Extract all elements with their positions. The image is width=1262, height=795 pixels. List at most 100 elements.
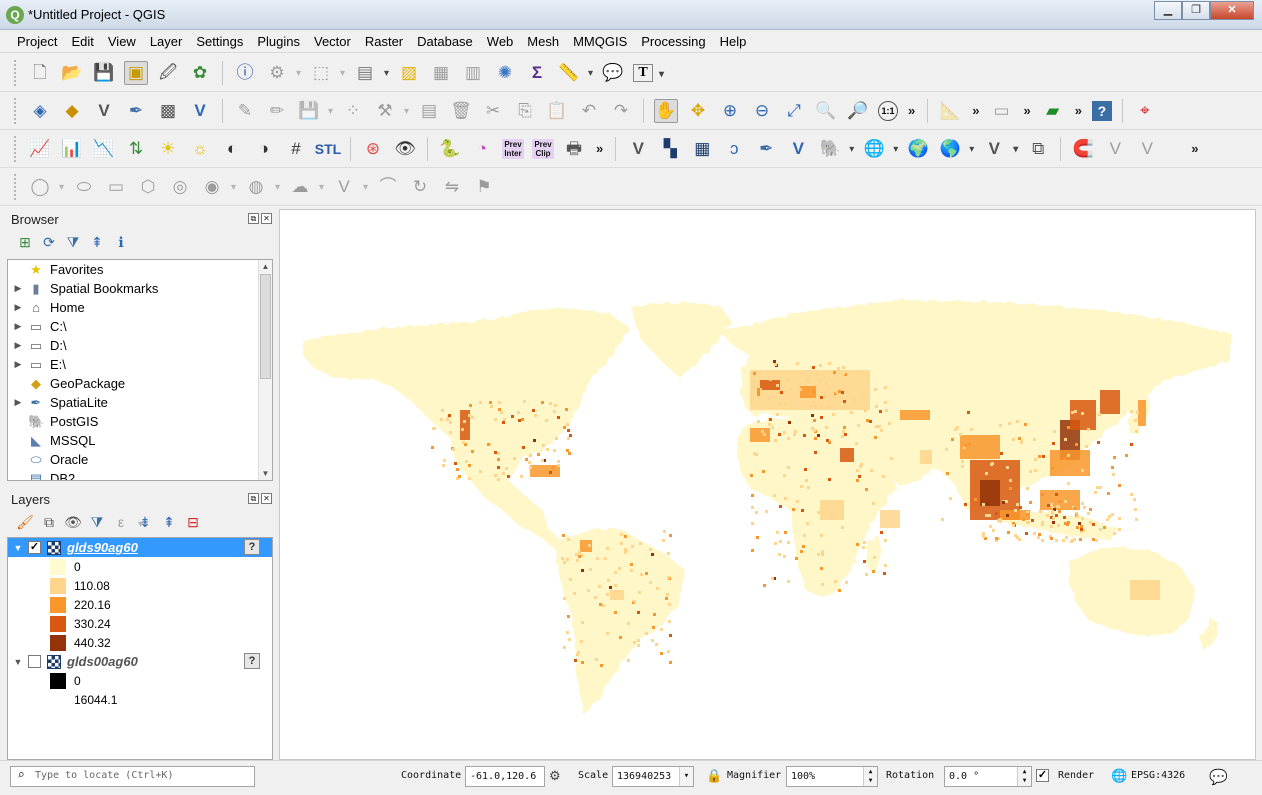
add-delimited-text-icon[interactable]: ↄ	[722, 137, 746, 161]
properties-info-icon[interactable]: ℹ	[111, 232, 131, 252]
add-part-icon[interactable]: ◍	[244, 175, 280, 200]
add-wms-icon[interactable]: 🌐	[862, 137, 899, 162]
stl-export-icon[interactable]: STL	[315, 137, 341, 161]
magnifier-spinbox[interactable]: 100% ▲ ▼	[786, 766, 878, 787]
expand-arrow-icon[interactable]: ▶	[12, 302, 24, 313]
histogram-stretch-icon[interactable]: 📊	[60, 137, 84, 161]
undo-icon[interactable]: ↶	[577, 99, 601, 123]
python-console-icon[interactable]: 🐍	[438, 137, 462, 161]
add-raster-layer-icon[interactable]: ▚	[658, 137, 682, 161]
open-project-icon[interactable]: 📂	[60, 61, 84, 85]
current-edits-icon[interactable]: ✎	[233, 99, 257, 123]
browser-item[interactable]: ★ Favorites	[8, 260, 272, 279]
statistics-table-icon[interactable]: ▥	[461, 61, 485, 85]
toolbar-overflow-icon[interactable]: »	[1023, 103, 1030, 118]
map-tips-icon[interactable]: 💬	[601, 61, 625, 85]
toolbar-overflow-icon[interactable]: »	[908, 103, 915, 118]
browser-item[interactable]: ▶ ▭ E:\	[8, 355, 272, 374]
reshape-icon[interactable]: ☁	[288, 175, 325, 200]
browser-item[interactable]: ▶ ✒ SpatiaLite	[8, 393, 272, 412]
add-virtual-layer-icon[interactable]: V	[786, 137, 810, 161]
layout-manager-icon[interactable]: 🖉	[156, 61, 180, 85]
menu-plugins[interactable]: Plugins	[250, 31, 307, 52]
print-icon[interactable]: 🖶	[562, 137, 586, 161]
collapse-all-icon[interactable]: ⇞	[87, 232, 107, 252]
label-tool-icon[interactable]: ▭	[989, 99, 1013, 123]
zoom-to-layer-icon[interactable]: 🔎	[846, 99, 870, 123]
brightness-up-icon[interactable]: ☀	[156, 137, 180, 161]
close-panel-icon[interactable]: ✕	[261, 493, 272, 504]
delete-selected-icon[interactable]: 🗑	[449, 99, 473, 123]
menu-processing[interactable]: Processing	[634, 31, 712, 52]
browser-item[interactable]: ⬭ Oracle	[8, 450, 272, 469]
browser-scrollbar[interactable]: ▲ ▼	[258, 260, 272, 480]
crosshair-icon[interactable]: ⌖	[1133, 99, 1157, 123]
browser-item[interactable]: ▶ ▭ C:\	[8, 317, 272, 336]
new-print-layout-icon[interactable]: ▣	[124, 60, 148, 85]
toolbar-grip[interactable]	[14, 97, 18, 124]
text-annotation-icon[interactable]: T	[633, 63, 664, 83]
toolbar-grip[interactable]	[14, 173, 18, 200]
local-stretch-icon[interactable]: ⇅	[124, 137, 148, 161]
db-manager-icon[interactable]: ⧉	[1026, 137, 1050, 161]
grid-icon[interactable]: #	[284, 137, 308, 161]
browser-item[interactable]: ◣ MSSQL	[8, 431, 272, 450]
browser-item[interactable]: ▶ ▭ D:\	[8, 336, 272, 355]
layer-visibility-checkbox[interactable]	[28, 655, 41, 668]
add-rectangle-icon[interactable]: ▭	[104, 175, 128, 199]
cut-features-icon[interactable]: ✂	[481, 99, 505, 123]
add-wcs-icon[interactable]: 🌎	[938, 137, 975, 162]
add-selected-layers-icon[interactable]: ⊞	[15, 232, 35, 252]
new-geopackage-layer-icon[interactable]: ◆	[60, 99, 84, 123]
float-panel-icon[interactable]: ⧉	[248, 493, 259, 504]
menu-vector[interactable]: Vector	[307, 31, 358, 52]
lock-scale-icon[interactable]: 🔒	[706, 768, 722, 784]
expand-arrow-icon[interactable]: ▶	[12, 397, 24, 408]
toolbar-overflow-icon[interactable]: »	[1075, 103, 1082, 118]
zoom-native-icon[interactable]: 1:1	[878, 100, 898, 121]
snapping-magnet-icon[interactable]: 🧲	[1071, 137, 1095, 161]
browser-item[interactable]: ▤ DB2	[8, 469, 272, 481]
zoom-in-icon[interactable]: ⊕	[718, 99, 742, 123]
merge-plugin-icon[interactable]: ◔	[470, 137, 494, 161]
prev-inter-icon[interactable]: Prev Inter	[502, 138, 524, 159]
close-panel-icon[interactable]: ✕	[261, 213, 272, 224]
toolbox-gear-icon[interactable]: ✺	[493, 61, 517, 85]
new-project-icon[interactable]: 🗋	[28, 61, 52, 85]
add-vector-layer-icon[interactable]: V	[626, 137, 650, 161]
new-shapefile-layer-icon[interactable]: V	[92, 99, 116, 123]
add-circle-icon[interactable]: ◯	[28, 175, 64, 200]
rotate-feature-icon[interactable]: ↻	[408, 175, 432, 199]
menu-edit[interactable]: Edit	[64, 31, 100, 52]
menu-web[interactable]: Web	[480, 31, 521, 52]
filter-browser-icon[interactable]: ⧩	[63, 232, 83, 252]
rotation-spin-icon[interactable]: ▲ ▼	[1017, 767, 1031, 786]
scale-combobox[interactable]: 136940253 ▾	[612, 766, 694, 787]
add-wfs-icon[interactable]: 🌍	[906, 137, 930, 161]
add-postgis-icon[interactable]: 🐘	[818, 137, 855, 162]
menu-view[interactable]: View	[101, 31, 143, 52]
plugin-green-icon[interactable]: ▰	[1041, 99, 1065, 123]
brightness-down-icon[interactable]: ☼	[188, 137, 212, 161]
expand-all-icon[interactable]: ⇟	[135, 512, 155, 532]
save-edits-icon[interactable]: 💾	[297, 99, 333, 124]
menu-raster[interactable]: Raster	[358, 31, 410, 52]
expand-arrow-icon[interactable]: ▶	[12, 340, 24, 351]
add-spatialite-icon[interactable]: ✒	[754, 137, 778, 161]
magnifier-spin-icon[interactable]: ▲ ▼	[863, 767, 877, 786]
coordinate-field[interactable]: -61.0,120.6	[465, 766, 545, 787]
add-feature-icon[interactable]: ⁘	[341, 99, 365, 123]
add-group-icon[interactable]: ⧉	[39, 512, 59, 532]
remove-layer-icon[interactable]: ⊟	[183, 512, 203, 532]
scale-dropdown-icon[interactable]: ▾	[679, 767, 693, 786]
statistical-summary-icon[interactable]: Σ	[525, 61, 549, 85]
contrast-down-icon[interactable]: ◑	[252, 137, 276, 161]
expand-arrow-icon[interactable]: ▶	[12, 321, 24, 332]
deselect-all-icon[interactable]: ▨	[397, 61, 421, 85]
toggle-editing-icon[interactable]: ✏	[265, 99, 289, 123]
browser-item[interactable]: 🐘 PostGIS	[8, 412, 272, 431]
render-checkbox[interactable]: ✓	[1036, 769, 1049, 782]
measure-angle-icon[interactable]: 📐	[938, 99, 962, 123]
cumulative-cut-icon[interactable]: 📉	[92, 137, 116, 161]
toolbar-overflow-icon[interactable]: »	[596, 141, 603, 156]
